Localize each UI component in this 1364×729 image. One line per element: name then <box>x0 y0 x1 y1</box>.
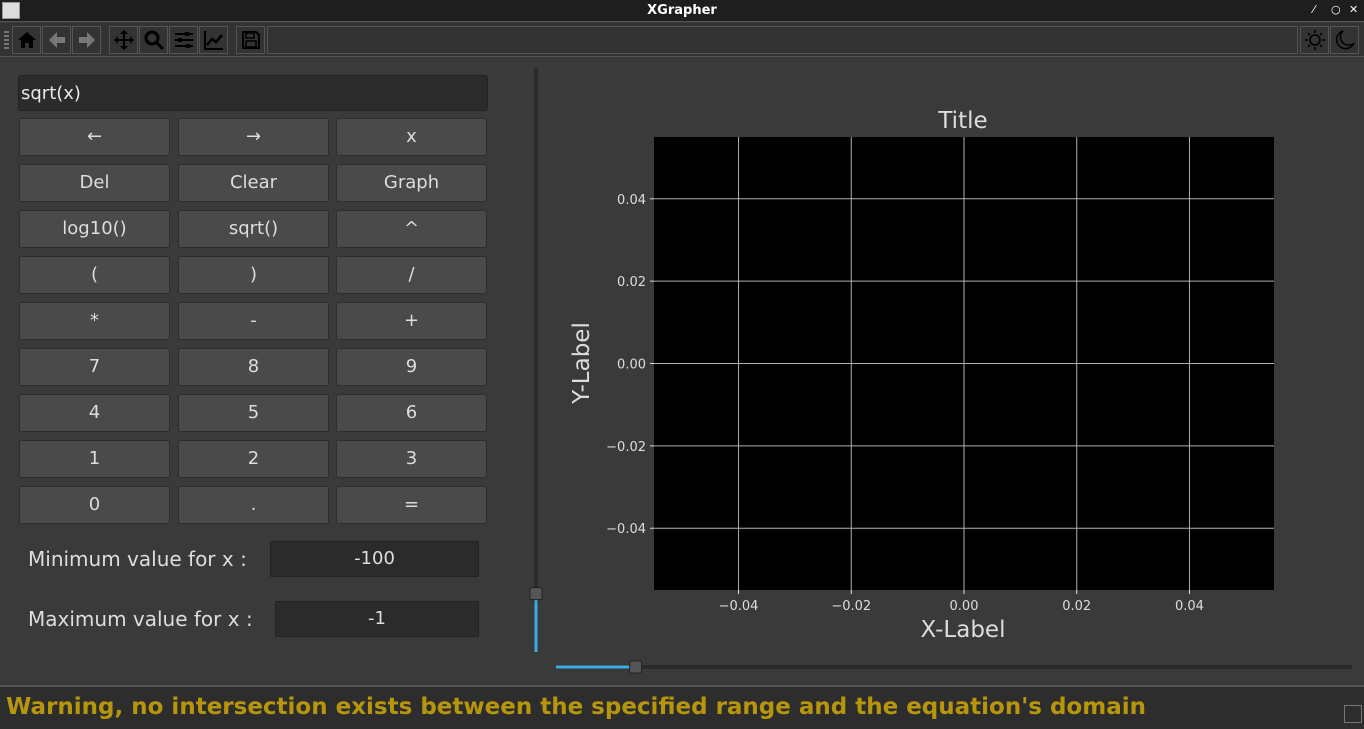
status-warning-message: Warning, no intersection exists between … <box>6 694 1146 720</box>
x-tick-label: −0.04 <box>719 599 759 614</box>
y-tick-label: 0.02 <box>617 275 646 290</box>
status-bar: Warning, no intersection exists between … <box>0 685 1364 729</box>
chart-title: Title <box>937 108 987 134</box>
y-axis-label: Y-Label <box>569 322 595 405</box>
x-tick-label: 0.04 <box>1175 599 1204 614</box>
y-tick-label: −0.04 <box>606 522 646 537</box>
horizontal-slider-handle[interactable] <box>629 660 643 674</box>
y-tick-label: −0.02 <box>606 440 646 455</box>
y-tick-label: 0.00 <box>617 358 646 373</box>
x-tick-label: 0.00 <box>950 599 979 614</box>
x-tick-label: 0.02 <box>1062 599 1091 614</box>
plot-canvas[interactable]: Title X-Label Y-Label −0.04 −0.02 0.00 0.02… <box>555 68 1355 653</box>
y-tick-label: 0.04 <box>617 193 646 208</box>
x-axis-label: X-Label <box>921 617 1006 643</box>
vertical-slider-handle[interactable] <box>529 587 543 601</box>
x-tick-label: −0.02 <box>831 599 871 614</box>
size-grip[interactable] <box>1344 705 1362 723</box>
